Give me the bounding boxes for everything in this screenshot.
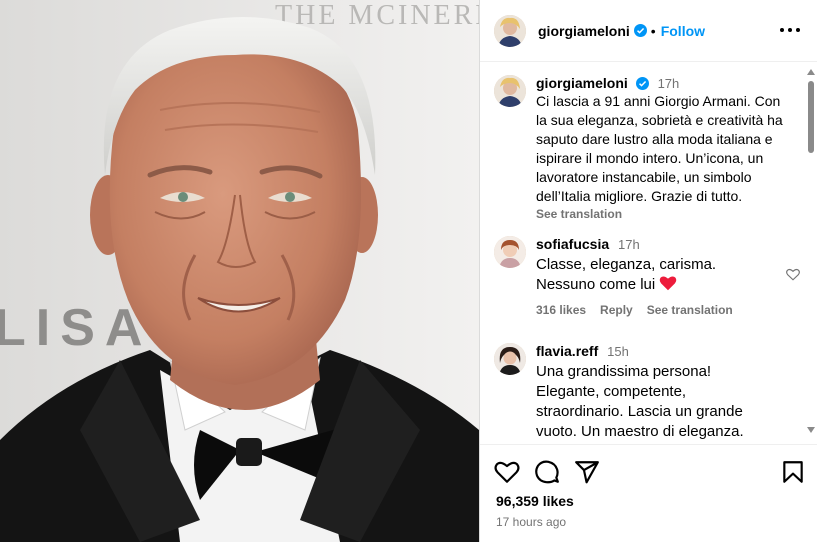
caption-time[interactable]: 17h <box>658 76 680 91</box>
caption-line: dell’Italia migliore. Grazie di tutto. <box>536 188 743 204</box>
post-timestamp[interactable]: 17 hours ago <box>496 515 566 529</box>
comment-time[interactable]: 17h <box>618 237 640 252</box>
comment-icon[interactable] <box>534 459 560 485</box>
verified-badge-icon <box>635 77 649 90</box>
post-header: giorgiameloni • Follow <box>480 0 817 62</box>
post-photo[interactable]: THE MCINERNEY LISA <box>0 0 479 542</box>
portrait-image: THE MCINERNEY LISA <box>0 0 479 542</box>
scroll-down-arrow[interactable] <box>807 427 815 433</box>
caption-line: la sua eleganza, sobrietà e creatività h… <box>536 112 783 128</box>
follow-button[interactable]: Follow <box>661 23 705 39</box>
comment-text: Una grandissima persona! Elegante, compe… <box>536 362 784 442</box>
verified-badge-icon <box>633 24 647 37</box>
heart-icon[interactable] <box>494 459 520 485</box>
comment-reply-button[interactable]: Reply <box>600 303 633 317</box>
scroll-up-arrow[interactable] <box>807 69 815 75</box>
separator-dot: • <box>650 22 656 39</box>
caption-line: lavoratore instancabile, un simbolo <box>536 169 752 185</box>
comment-item: flavia.reff 15h Una grandissima persona!… <box>494 343 784 442</box>
comment-line: straordinario. Lascia un grande <box>536 403 743 420</box>
background-text: THE MCINERNEY <box>275 0 479 31</box>
more-options-icon[interactable] <box>780 22 800 38</box>
caption-line: Ci lascia a 91 anni Giorgio Armani. Con <box>536 93 781 109</box>
comment-line: Elegante, competente, <box>536 383 687 400</box>
commenter-username[interactable]: flavia.reff <box>536 343 598 359</box>
post-likes-count[interactable]: 96,359 likes <box>496 493 574 509</box>
scroll-thumb[interactable] <box>808 81 814 153</box>
red-heart-emoji-icon <box>659 276 677 291</box>
comment-line: Classe, eleganza, carisma. <box>536 256 717 273</box>
caption-line: ispirare il mondo intero. Un’icona, un <box>536 150 764 166</box>
side-text: LISA <box>0 299 152 357</box>
commenter-avatar[interactable] <box>494 236 526 268</box>
scrollbar[interactable] <box>805 63 815 443</box>
comment-item: sofiafucsia 17h Classe, eleganza, carism… <box>494 236 784 317</box>
comment-line: Una grandissima persona! <box>536 363 712 380</box>
caption-username[interactable]: giorgiameloni <box>536 75 628 91</box>
bookmark-icon[interactable] <box>780 459 806 485</box>
comment-time[interactable]: 15h <box>607 344 629 359</box>
comment-line: vuoto. Un maestro di eleganza. <box>536 423 744 440</box>
comment-likes[interactable]: 316 likes <box>536 303 586 317</box>
comment-text: Classe, eleganza, carisma. Nessuno come … <box>536 255 784 295</box>
comments-scroll-area[interactable]: giorgiameloni 17h Ci lascia a 91 anni Gi… <box>480 63 817 443</box>
caption-line: saputo dare lustro alla moda italiana e <box>536 131 773 147</box>
caption-entry: giorgiameloni 17h Ci lascia a 91 anni Gi… <box>494 75 784 221</box>
post-actions: 96,359 likes 17 hours ago <box>480 444 817 542</box>
comment-line: Nessuno come lui <box>536 276 656 293</box>
share-icon[interactable] <box>574 459 600 485</box>
caption-text: Ci lascia a 91 anni Giorgio Armani. Con … <box>536 92 784 206</box>
commenter-username[interactable]: sofiafucsia <box>536 236 609 252</box>
caption-see-translation[interactable]: See translation <box>536 207 784 221</box>
comment-like-heart-icon[interactable] <box>786 268 800 281</box>
caption-avatar[interactable] <box>494 75 526 107</box>
comment-see-translation[interactable]: See translation <box>647 303 733 317</box>
commenter-avatar[interactable] <box>494 343 526 375</box>
post-side-panel: giorgiameloni • Follow giorgiameloni 17h <box>479 0 817 542</box>
comment-meta: 316 likes Reply See translation <box>536 303 784 317</box>
author-username[interactable]: giorgiameloni <box>538 23 630 39</box>
author-avatar[interactable] <box>494 14 526 47</box>
